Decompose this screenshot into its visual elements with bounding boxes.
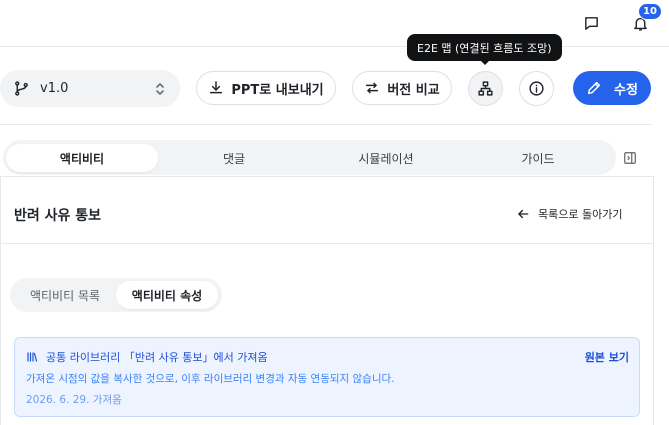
info-button[interactable]: [519, 71, 554, 106]
notice-date: 2026. 6. 29. 가져옴: [26, 394, 122, 406]
e2e-map-tooltip: E2E 맵 (연결된 흐름도 조망): [407, 34, 562, 61]
version-select[interactable]: v1.0: [0, 70, 180, 107]
page-title: 반려 사유 통보: [14, 208, 102, 224]
notice-description: 가져온 시점의 값을 복사한 것으로, 이후 라이브러리 변경과 자동 연동되지…: [26, 373, 395, 385]
branch-icon: [13, 80, 30, 97]
tooltip-arrow: [480, 60, 490, 65]
tab-simulation[interactable]: 시뮬레이션: [310, 144, 462, 172]
tab-guide[interactable]: 가이드: [462, 144, 614, 172]
updown-chevron-icon: [154, 81, 166, 97]
edit-button[interactable]: 수정: [573, 71, 651, 105]
notice-title: 공통 라이브러리 「반려 사유 통보」에서 가져옴: [46, 351, 268, 364]
toolbar-divider: [0, 124, 652, 125]
pencil-icon: [586, 80, 602, 96]
library-icon: [26, 351, 38, 363]
toolbar: v1.0 PPT로 내보내기 버전 비교 수정: [0, 70, 669, 108]
top-bar: 10: [0, 0, 669, 47]
download-icon: [208, 80, 224, 96]
sitemap-icon: [477, 80, 494, 97]
notification-badge: 10: [638, 3, 662, 20]
arrow-left-icon: [516, 207, 530, 221]
tab-comments[interactable]: 댓글: [158, 144, 310, 172]
export-ppt-label: PPT로 내보내기: [231, 82, 324, 98]
subtab-activity-properties[interactable]: 액티비티 속성: [116, 281, 218, 309]
export-ppt-button[interactable]: PPT로 내보내기: [196, 71, 336, 105]
title-divider: [1, 243, 653, 244]
chat-icon[interactable]: [579, 11, 603, 35]
main-tabs: 액티비티 댓글 시뮬레이션 가이드: [3, 140, 616, 175]
back-to-list-label: 목록으로 돌아가기: [538, 208, 623, 221]
swap-arrows-icon: [364, 80, 380, 96]
tab-activity[interactable]: 액티비티: [6, 144, 158, 172]
version-value: v1.0: [40, 81, 69, 96]
compare-versions-button[interactable]: 버전 비교: [352, 71, 452, 105]
view-original-link[interactable]: 원본 보기: [585, 349, 629, 365]
panel-toggle-icon[interactable]: [620, 148, 640, 168]
e2e-map-button[interactable]: [468, 71, 503, 106]
edit-label: 수정: [614, 82, 638, 98]
library-import-notice: 공통 라이브러리 「반려 사유 통보」에서 가져옴 가져온 시점의 값을 복사한…: [14, 337, 640, 417]
compare-versions-label: 버전 비교: [387, 82, 440, 98]
info-icon: [528, 80, 545, 97]
back-to-list-link[interactable]: 목록으로 돌아가기: [516, 206, 622, 222]
activity-subtabs: 액티비티 목록 액티비티 속성: [10, 278, 222, 312]
notice-title-row: 공통 라이브러리 「반려 사유 통보」에서 가져옴: [26, 349, 268, 365]
subtab-activity-list[interactable]: 액티비티 목록: [14, 281, 116, 309]
